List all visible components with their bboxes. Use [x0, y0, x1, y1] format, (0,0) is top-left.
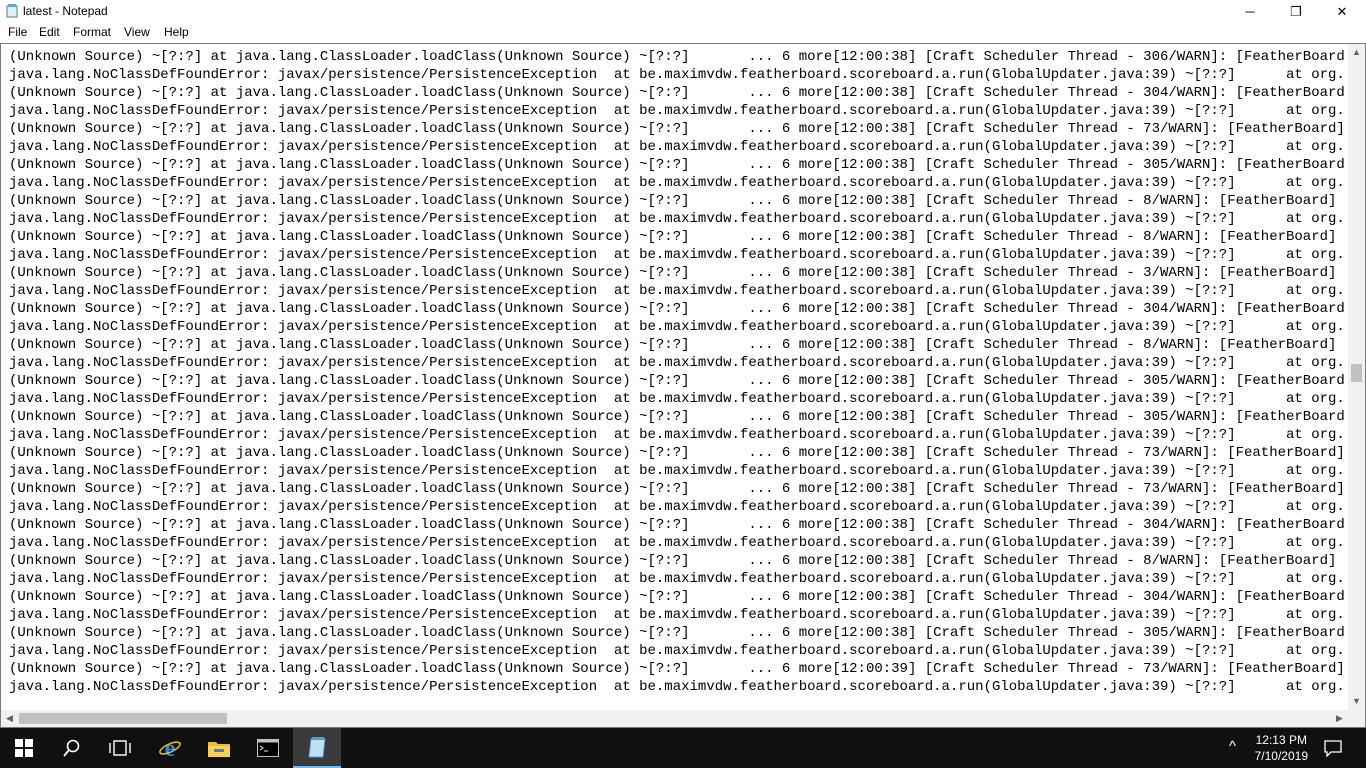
editor-line: (Unknown Source) ~[?:?] at java.lang.Cla… — [9, 229, 1344, 245]
tray-chevron-icon[interactable]: ^ — [1229, 738, 1236, 755]
notepad-icon — [308, 737, 326, 758]
editor-line: java.lang.NoClassDefFoundError: javax/pe… — [9, 283, 1344, 299]
editor-line: (Unknown Source) ~[?:?] at java.lang.Cla… — [9, 337, 1344, 353]
scroll-right-icon[interactable]: ▶ — [1331, 710, 1348, 727]
notification-icon — [1324, 739, 1342, 757]
editor-line: java.lang.NoClassDefFoundError: javax/pe… — [9, 103, 1344, 119]
editor-line: (Unknown Source) ~[?:?] at java.lang.Cla… — [9, 625, 1344, 641]
close-button[interactable]: ✕ — [1319, 0, 1365, 23]
editor-line: java.lang.NoClassDefFoundError: javax/pe… — [9, 499, 1344, 515]
editor-line: java.lang.NoClassDefFoundError: javax/pe… — [9, 175, 1344, 191]
editor-line: (Unknown Source) ~[?:?] at java.lang.Cla… — [9, 553, 1344, 569]
editor-line: (Unknown Source) ~[?:?] at java.lang.Cla… — [9, 661, 1344, 677]
editor-line: (Unknown Source) ~[?:?] at java.lang.Cla… — [9, 589, 1344, 605]
taskbar-notepad[interactable] — [293, 728, 341, 768]
title-bar: latest - Notepad ─ ❐ ✕ — [0, 0, 1366, 23]
window-title: latest - Notepad — [23, 4, 108, 18]
taskbar-command-prompt[interactable] — [244, 728, 292, 768]
taskbar-file-explorer[interactable] — [195, 728, 243, 768]
horizontal-scroll-thumb[interactable] — [19, 713, 227, 724]
task-view-button[interactable] — [96, 728, 144, 768]
svg-text:e: e — [165, 736, 176, 760]
editor-line: java.lang.NoClassDefFoundError: javax/pe… — [9, 643, 1344, 659]
search-icon — [63, 739, 80, 757]
editor-line: java.lang.NoClassDefFoundError: javax/pe… — [9, 139, 1344, 155]
editor-line: (Unknown Source) ~[?:?] at java.lang.Cla… — [9, 481, 1344, 497]
vertical-scroll-thumb[interactable] — [1351, 364, 1362, 382]
maximize-button[interactable]: ❐ — [1273, 0, 1319, 23]
menu-file[interactable]: File — [8, 25, 27, 39]
action-center-button[interactable] — [1310, 728, 1356, 768]
taskbar-internet-explorer[interactable]: e — [146, 728, 194, 768]
task-view-icon — [109, 740, 131, 756]
internet-explorer-icon: e — [159, 736, 181, 760]
clock-date: 7/10/2019 — [1254, 749, 1308, 763]
horizontal-scrollbar[interactable]: ◀ ▶ — [1, 710, 1348, 727]
menu-view[interactable]: View — [124, 25, 150, 39]
menu-edit[interactable]: Edit — [39, 25, 60, 39]
editor-line: java.lang.NoClassDefFoundError: javax/pe… — [9, 67, 1344, 83]
editor-line: java.lang.NoClassDefFoundError: javax/pe… — [9, 427, 1344, 443]
editor-line: java.lang.NoClassDefFoundError: javax/pe… — [9, 679, 1344, 695]
search-button[interactable] — [48, 728, 96, 768]
taskbar: e ^ 12:13 PM 7/10/2019 — [0, 728, 1366, 768]
scrollbar-corner — [1348, 710, 1365, 727]
editor-line: java.lang.NoClassDefFoundError: javax/pe… — [9, 211, 1344, 227]
editor-line: (Unknown Source) ~[?:?] at java.lang.Cla… — [9, 49, 1344, 65]
minimize-button[interactable]: ─ — [1227, 0, 1273, 23]
taskbar-clock[interactable]: 12:13 PM 7/10/2019 — [1255, 732, 1308, 764]
folder-icon — [208, 742, 230, 757]
editor-line: java.lang.NoClassDefFoundError: javax/pe… — [9, 247, 1344, 263]
menu-bar: File Edit Format View Help — [0, 23, 1366, 43]
editor-line: java.lang.NoClassDefFoundError: javax/pe… — [9, 607, 1344, 623]
scroll-up-icon[interactable]: ▲ — [1348, 44, 1365, 61]
editor-line: (Unknown Source) ~[?:?] at java.lang.Cla… — [9, 193, 1344, 209]
editor-line: java.lang.NoClassDefFoundError: javax/pe… — [9, 391, 1344, 407]
editor-text[interactable]: (Unknown Source) ~[?:?] at java.lang.Cla… — [9, 48, 1344, 700]
scroll-left-icon[interactable]: ◀ — [1, 710, 18, 727]
clock-time: 12:13 PM — [1255, 733, 1307, 747]
scroll-down-icon[interactable]: ▼ — [1348, 693, 1365, 710]
editor-line: java.lang.NoClassDefFoundError: javax/pe… — [9, 319, 1344, 335]
editor-line: java.lang.NoClassDefFoundError: javax/pe… — [9, 355, 1344, 371]
start-button[interactable] — [0, 728, 48, 768]
editor-line: java.lang.NoClassDefFoundError: javax/pe… — [9, 463, 1344, 479]
vertical-scrollbar[interactable]: ▲ ▼ — [1348, 44, 1365, 710]
editor-line: (Unknown Source) ~[?:?] at java.lang.Cla… — [9, 373, 1344, 389]
editor-line: java.lang.NoClassDefFoundError: javax/pe… — [9, 571, 1344, 587]
menu-help[interactable]: Help — [164, 25, 189, 39]
editor-line: (Unknown Source) ~[?:?] at java.lang.Cla… — [9, 265, 1344, 281]
editor-line: (Unknown Source) ~[?:?] at java.lang.Cla… — [9, 157, 1344, 173]
command-prompt-icon — [257, 739, 279, 757]
editor-line: (Unknown Source) ~[?:?] at java.lang.Cla… — [9, 121, 1344, 137]
editor-line: (Unknown Source) ~[?:?] at java.lang.Cla… — [9, 517, 1344, 533]
editor-line: (Unknown Source) ~[?:?] at java.lang.Cla… — [9, 409, 1344, 425]
notepad-app-icon — [6, 4, 18, 18]
editor-line: (Unknown Source) ~[?:?] at java.lang.Cla… — [9, 85, 1344, 101]
editor-line: (Unknown Source) ~[?:?] at java.lang.Cla… — [9, 301, 1344, 317]
editor-area[interactable]: (Unknown Source) ~[?:?] at java.lang.Cla… — [0, 43, 1366, 728]
menu-format[interactable]: Format — [73, 25, 111, 39]
editor-line: (Unknown Source) ~[?:?] at java.lang.Cla… — [9, 445, 1344, 461]
editor-line: java.lang.NoClassDefFoundError: javax/pe… — [9, 535, 1344, 551]
windows-logo-icon — [15, 739, 33, 757]
